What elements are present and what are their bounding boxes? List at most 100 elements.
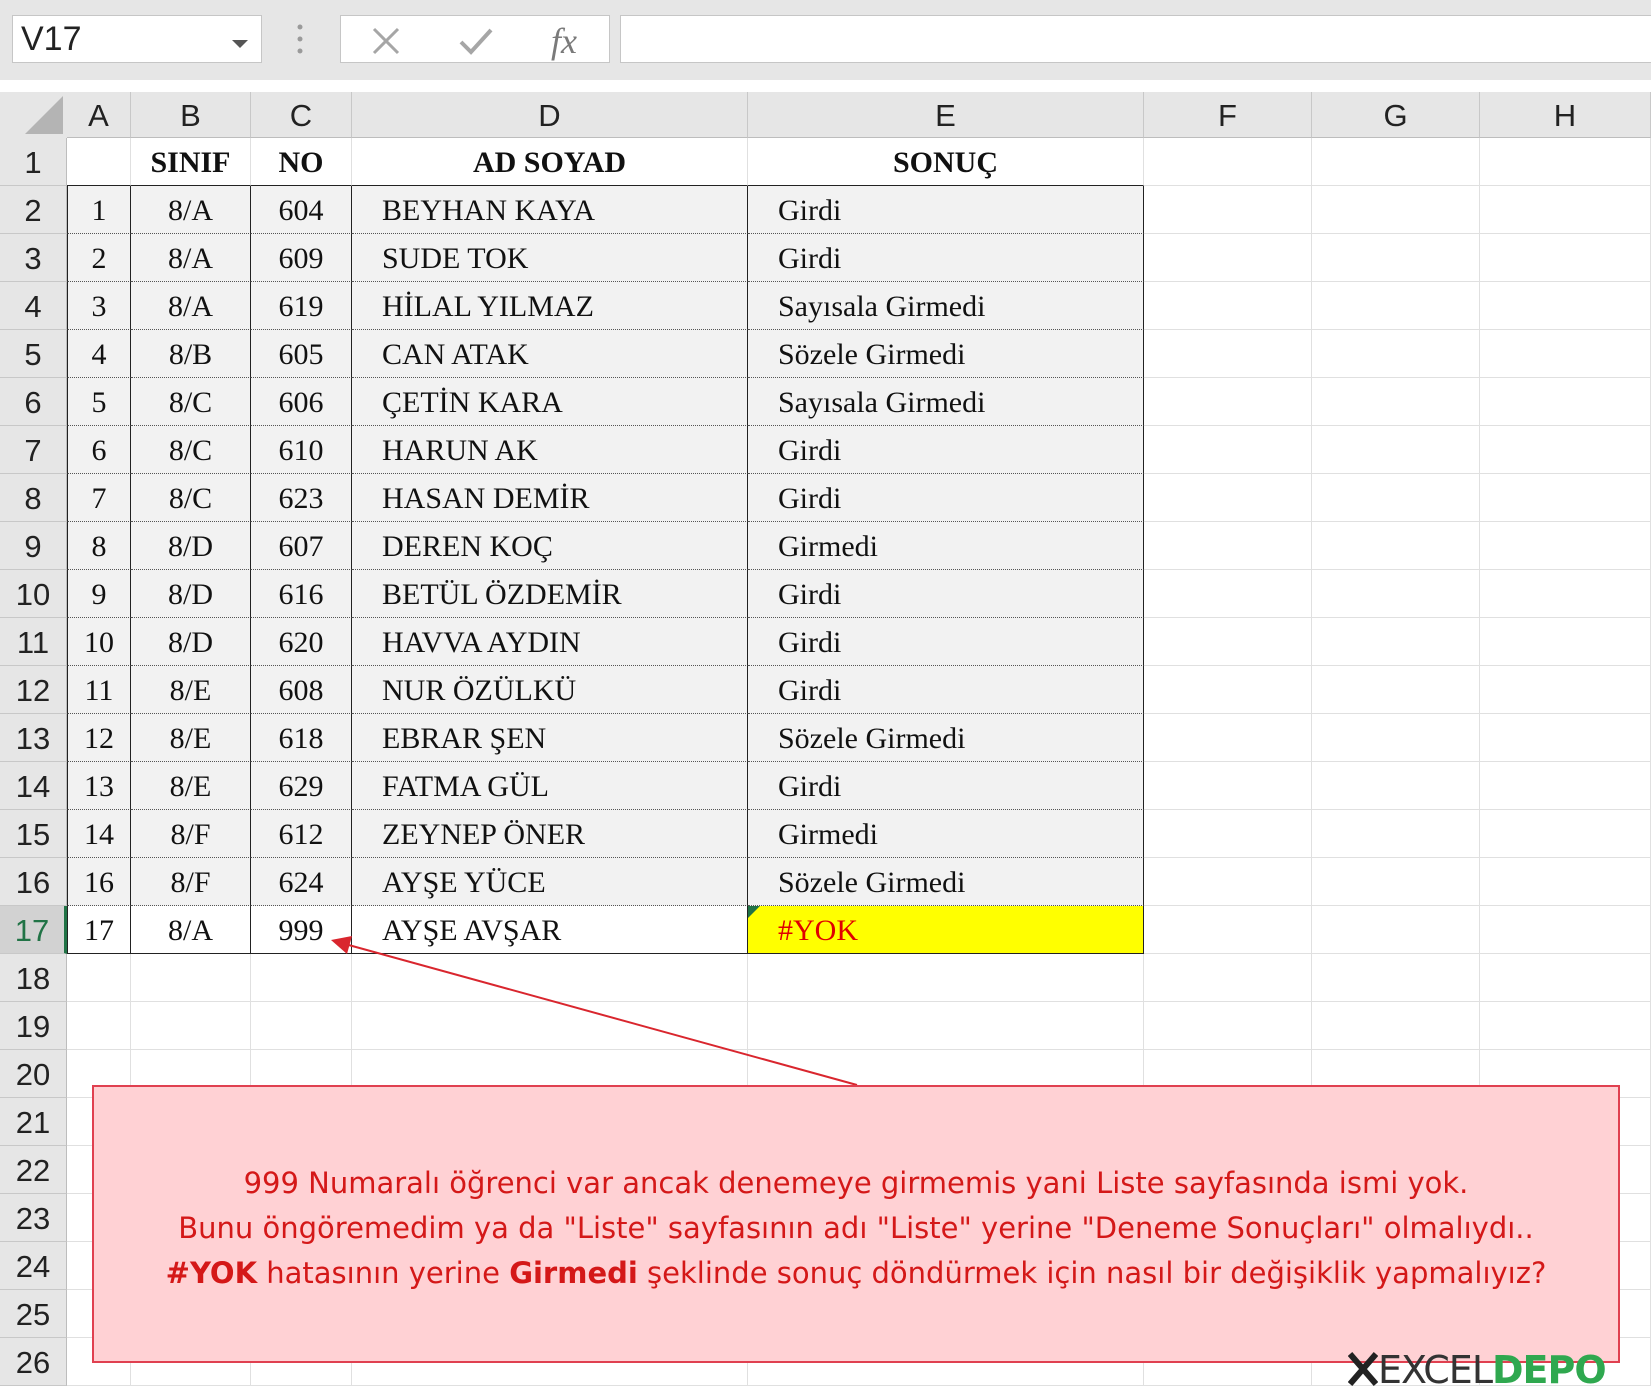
row-header-12[interactable]: 12 <box>0 666 67 714</box>
cell-a2[interactable]: 1 <box>67 186 131 234</box>
cell-b16[interactable]: 8/F <box>131 858 251 906</box>
row-header-11[interactable]: 11 <box>0 618 67 666</box>
cell-g9[interactable] <box>1312 522 1480 570</box>
cell-e7[interactable]: Girdi <box>748 426 1144 474</box>
cell-f10[interactable] <box>1144 570 1312 618</box>
cell-c6[interactable]: 606 <box>251 378 352 426</box>
cell-g14[interactable] <box>1312 762 1480 810</box>
cell-f16[interactable] <box>1144 858 1312 906</box>
row-header-21[interactable]: 21 <box>0 1098 67 1146</box>
cell-d8[interactable]: HASAN DEMİR <box>352 474 748 522</box>
cell-c19[interactable] <box>251 1002 352 1050</box>
cell-h9[interactable] <box>1480 522 1651 570</box>
cell-c16[interactable]: 624 <box>251 858 352 906</box>
cell-d11[interactable]: HAVVA AYDIN <box>352 618 748 666</box>
row-header-26[interactable]: 26 <box>0 1338 67 1386</box>
cell-a15[interactable]: 14 <box>67 810 131 858</box>
cell-h8[interactable] <box>1480 474 1651 522</box>
cell-h10[interactable] <box>1480 570 1651 618</box>
cell-c4[interactable]: 619 <box>251 282 352 330</box>
cell-h14[interactable] <box>1480 762 1651 810</box>
cell-d16[interactable]: AYŞE YÜCE <box>352 858 748 906</box>
row-header-14[interactable]: 14 <box>0 762 67 810</box>
cell-b6[interactable]: 8/C <box>131 378 251 426</box>
cell-c14[interactable]: 629 <box>251 762 352 810</box>
row-header-1[interactable]: 1 <box>0 138 67 186</box>
row-header-10[interactable]: 10 <box>0 570 67 618</box>
cell-a17[interactable]: 17 <box>67 906 131 954</box>
cell-f18[interactable] <box>1144 954 1312 1002</box>
cell-a12[interactable]: 11 <box>67 666 131 714</box>
cell-b9[interactable]: 8/D <box>131 522 251 570</box>
cell-d10[interactable]: BETÜL ÖZDEMİR <box>352 570 748 618</box>
column-header-d[interactable]: D <box>352 92 748 138</box>
row-header-8[interactable]: 8 <box>0 474 67 522</box>
column-header-g[interactable]: G <box>1312 92 1480 138</box>
cell-b4[interactable]: 8/A <box>131 282 251 330</box>
cell-e6[interactable]: Sayısala Girmedi <box>748 378 1144 426</box>
cell-b19[interactable] <box>131 1002 251 1050</box>
column-header-a[interactable]: A <box>67 92 131 138</box>
row-header-22[interactable]: 22 <box>0 1146 67 1194</box>
cell-b8[interactable]: 8/C <box>131 474 251 522</box>
cell-f15[interactable] <box>1144 810 1312 858</box>
cell-f7[interactable] <box>1144 426 1312 474</box>
cell-f12[interactable] <box>1144 666 1312 714</box>
cell-h1[interactable] <box>1480 138 1651 186</box>
row-header-24[interactable]: 24 <box>0 1242 67 1290</box>
cell-b10[interactable]: 8/D <box>131 570 251 618</box>
cell-d19[interactable] <box>352 1002 748 1050</box>
cell-c11[interactable]: 620 <box>251 618 352 666</box>
cell-e11[interactable]: Girdi <box>748 618 1144 666</box>
cell-a1[interactable] <box>67 138 131 186</box>
cell-a7[interactable]: 6 <box>67 426 131 474</box>
cell-b12[interactable]: 8/E <box>131 666 251 714</box>
cell-g7[interactable] <box>1312 426 1480 474</box>
cell-h12[interactable] <box>1480 666 1651 714</box>
cell-a11[interactable]: 10 <box>67 618 131 666</box>
cell-b15[interactable]: 8/F <box>131 810 251 858</box>
fx-icon[interactable]: fx <box>551 20 577 62</box>
row-header-9[interactable]: 9 <box>0 522 67 570</box>
cell-g13[interactable] <box>1312 714 1480 762</box>
cell-c9[interactable]: 607 <box>251 522 352 570</box>
select-all-button[interactable] <box>0 92 67 138</box>
cell-c17[interactable]: 999 <box>251 906 352 954</box>
cell-e9[interactable]: Girmedi <box>748 522 1144 570</box>
row-header-7[interactable]: 7 <box>0 426 67 474</box>
cell-d4[interactable]: HİLAL YILMAZ <box>352 282 748 330</box>
cell-b17[interactable]: 8/A <box>131 906 251 954</box>
cell-f4[interactable] <box>1144 282 1312 330</box>
cell-b3[interactable]: 8/A <box>131 234 251 282</box>
cell-e4[interactable]: Sayısala Girmedi <box>748 282 1144 330</box>
cell-f1[interactable] <box>1144 138 1312 186</box>
cell-a13[interactable]: 12 <box>67 714 131 762</box>
cell-h17[interactable] <box>1480 906 1651 954</box>
cell-b2[interactable]: 8/A <box>131 186 251 234</box>
row-header-3[interactable]: 3 <box>0 234 67 282</box>
cell-a3[interactable]: 2 <box>67 234 131 282</box>
column-header-b[interactable]: B <box>131 92 251 138</box>
cell-g8[interactable] <box>1312 474 1480 522</box>
cell-d7[interactable]: HARUN AK <box>352 426 748 474</box>
cell-d2[interactable]: BEYHAN KAYA <box>352 186 748 234</box>
row-header-5[interactable]: 5 <box>0 330 67 378</box>
row-header-19[interactable]: 19 <box>0 1002 67 1050</box>
cell-d17[interactable]: AYŞE AVŞAR <box>352 906 748 954</box>
cell-c8[interactable]: 623 <box>251 474 352 522</box>
cell-g10[interactable] <box>1312 570 1480 618</box>
cell-e13[interactable]: Sözele Girmedi <box>748 714 1144 762</box>
cell-a8[interactable]: 7 <box>67 474 131 522</box>
cell-b13[interactable]: 8/E <box>131 714 251 762</box>
row-header-18[interactable]: 18 <box>0 954 67 1002</box>
column-header-e[interactable]: E <box>748 92 1144 138</box>
cell-g11[interactable] <box>1312 618 1480 666</box>
cell-e17[interactable]: #YOK <box>748 906 1144 954</box>
cell-f2[interactable] <box>1144 186 1312 234</box>
name-box[interactable]: V17 <box>12 15 262 63</box>
row-header-2[interactable]: 2 <box>0 186 67 234</box>
cell-g18[interactable] <box>1312 954 1480 1002</box>
cell-c7[interactable]: 610 <box>251 426 352 474</box>
cell-g4[interactable] <box>1312 282 1480 330</box>
cell-a16[interactable]: 16 <box>67 858 131 906</box>
